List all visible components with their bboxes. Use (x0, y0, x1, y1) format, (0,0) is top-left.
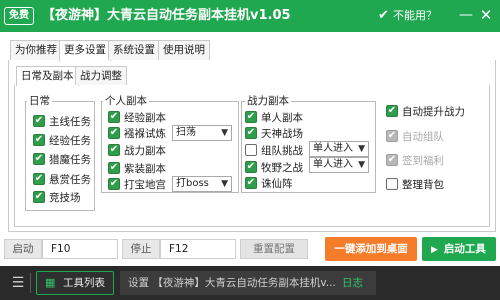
chevron-down-icon: ▼ (221, 128, 228, 138)
main-quest-label: 主线任务 (49, 115, 91, 128)
bounty-label: 悬赏任务 (49, 173, 91, 186)
muye-battle-checkbox[interactable]: ✔ (245, 161, 257, 173)
solo-dungeon-checkbox[interactable]: ✔ (245, 111, 257, 123)
god-battlefield-row[interactable]: ✔ 天神战场 (245, 124, 303, 142)
arena-label: 竞技场 (49, 191, 81, 204)
treasure-mode-value: 打boss (176, 178, 209, 189)
trial-label: 襁褓试炼 (124, 127, 166, 140)
start-tool-button[interactable]: ▶ 启动工具 (422, 237, 496, 261)
chevron-down-icon: ▼ (358, 160, 365, 170)
auto-team-label: 自动组队 (402, 130, 444, 143)
unavailable-link[interactable]: 不能用？ (393, 8, 437, 24)
purple-dungeon-checkbox[interactable]: ✔ (108, 162, 120, 174)
daily-bounty-row[interactable]: ✔ 悬赏任务 (33, 170, 91, 188)
stop-hotkey-label: 停止 (122, 239, 160, 259)
add-to-desktop-button[interactable]: 一键添加到桌面 (325, 237, 417, 261)
purple-dungeon-label: 紫装副本 (124, 162, 166, 175)
sign-in-bonus-row: ✔ 签到福利 (386, 151, 444, 169)
auto-power-up-checkbox[interactable]: ✔ (386, 105, 398, 117)
exp-quest-label: 经验任务 (49, 134, 91, 147)
team-challenge-label: 组队挑战 (261, 144, 303, 157)
auto-team-row: ✔ 自动组队 (386, 127, 444, 145)
muye-battle-label: 牧野之战 (261, 161, 303, 174)
trial-checkbox[interactable]: ✔ (108, 127, 120, 139)
exp-quest-checkbox[interactable]: ✔ (33, 134, 45, 146)
taskbar-log-item[interactable]: 日志 (336, 271, 376, 295)
grid-icon: ▦ (45, 276, 56, 289)
menu-icon[interactable]: ☰ (10, 271, 26, 295)
muye-battle-mode-dropdown[interactable]: 单人进入 ▼ (309, 157, 369, 173)
subtab-daily-dungeon[interactable]: 日常及副本 (16, 66, 79, 86)
trial-mode-value: 扫荡 (176, 127, 196, 138)
power-dungeon-checkbox[interactable]: ✔ (108, 144, 120, 156)
arena-checkbox[interactable]: ✔ (33, 191, 45, 203)
daily-arena-row[interactable]: ✔ 竞技场 (33, 188, 81, 206)
subtab-power-adjust[interactable]: 战力调整 (75, 66, 127, 85)
tool-list-label: 工具列表 (63, 277, 105, 289)
start-hotkey-label: 启动 (4, 239, 42, 259)
exp-dungeon-checkbox[interactable]: ✔ (108, 111, 120, 123)
start-tool-label: 启动工具 (443, 243, 486, 255)
tab-instructions[interactable]: 使用说明 (158, 40, 210, 60)
tab-recommend[interactable]: 为你推荐 (10, 40, 62, 60)
trial-mode-dropdown[interactable]: 扫荡 ▼ (172, 125, 232, 141)
solo-dungeon-label: 单人副本 (261, 111, 303, 124)
treasure-palace-row[interactable]: ✔ 打宝地宫 (108, 175, 166, 193)
tool-list-button[interactable]: ▦ 工具列表 (36, 271, 114, 295)
sort-bag-checkbox[interactable] (386, 178, 398, 190)
god-battlefield-checkbox[interactable]: ✔ (245, 127, 257, 139)
minimize-icon[interactable]: — (458, 5, 474, 25)
team-challenge-mode-value: 单人进入 (313, 143, 353, 154)
chevron-down-icon: ▼ (358, 144, 365, 154)
main-quest-checkbox[interactable]: ✔ (33, 115, 45, 127)
sign-in-bonus-checkbox: ✔ (386, 154, 398, 166)
trial-row[interactable]: ✔ 襁褓试炼 (108, 124, 166, 142)
zhuxian-array-label: 诛仙阵 (261, 177, 293, 190)
team-challenge-row[interactable]: 组队挑战 (245, 141, 303, 159)
power-dungeon-row[interactable]: ✔ 战力副本 (108, 141, 166, 159)
bounty-checkbox[interactable]: ✔ (33, 173, 45, 185)
close-icon[interactable]: ✕ (478, 5, 494, 25)
stop-hotkey-input[interactable]: F12 (160, 239, 236, 259)
team-challenge-checkbox[interactable] (245, 144, 257, 156)
play-icon: ▶ (431, 245, 438, 255)
daily-group-label: 日常 (27, 95, 52, 107)
free-badge: 免费 (4, 7, 34, 25)
power-dungeon-label: 战力副本 (124, 144, 166, 157)
auto-team-checkbox: ✔ (386, 130, 398, 142)
chevron-down-icon: ▼ (221, 179, 228, 189)
personal-dungeon-label: 个人副本 (103, 95, 149, 107)
daily-exp-quest-row[interactable]: ✔ 经验任务 (33, 131, 91, 149)
auto-power-up-row[interactable]: ✔ 自动提升战力 (386, 102, 465, 120)
tab-system-settings[interactable]: 系统设置 (108, 40, 160, 60)
demon-hunt-label: 猎魔任务 (49, 153, 91, 166)
power-group-label: 战力副本 (245, 95, 291, 107)
taskbar-separator (30, 273, 31, 293)
treasure-palace-checkbox[interactable]: ✔ (108, 178, 120, 190)
demon-hunt-checkbox[interactable]: ✔ (33, 153, 45, 165)
app-title: 【夜游神】大青云自动任务副本挂机v1.05 (42, 8, 291, 23)
check-icon: ✔ (378, 8, 389, 23)
daily-main-quest-row[interactable]: ✔ 主线任务 (33, 112, 91, 130)
zhuxian-array-checkbox[interactable]: ✔ (245, 177, 257, 189)
sort-bag-row[interactable]: 整理背包 (386, 175, 444, 193)
tab-more-settings[interactable]: 更多设置 (59, 40, 111, 61)
auto-power-up-label: 自动提升战力 (402, 105, 465, 118)
god-battlefield-label: 天神战场 (261, 127, 303, 140)
sort-bag-label: 整理背包 (402, 178, 444, 191)
start-hotkey-input[interactable]: F10 (42, 239, 118, 259)
taskbar-window-item[interactable]: 设置 【夜游神】大青云自动任务副本挂机v... (120, 271, 336, 295)
team-challenge-mode-dropdown[interactable]: 单人进入 ▼ (309, 141, 369, 157)
treasure-palace-label: 打宝地宫 (124, 178, 166, 191)
sign-in-bonus-label: 签到福利 (402, 154, 444, 167)
zhuxian-array-row[interactable]: ✔ 诛仙阵 (245, 174, 293, 192)
daily-demon-hunt-row[interactable]: ✔ 猎魔任务 (33, 150, 91, 168)
reset-config-button[interactable]: 重置配置 (240, 239, 308, 259)
muye-battle-mode-value: 单人进入 (313, 159, 353, 170)
treasure-mode-dropdown[interactable]: 打boss ▼ (172, 176, 232, 192)
exp-dungeon-label: 经验副本 (124, 111, 166, 124)
